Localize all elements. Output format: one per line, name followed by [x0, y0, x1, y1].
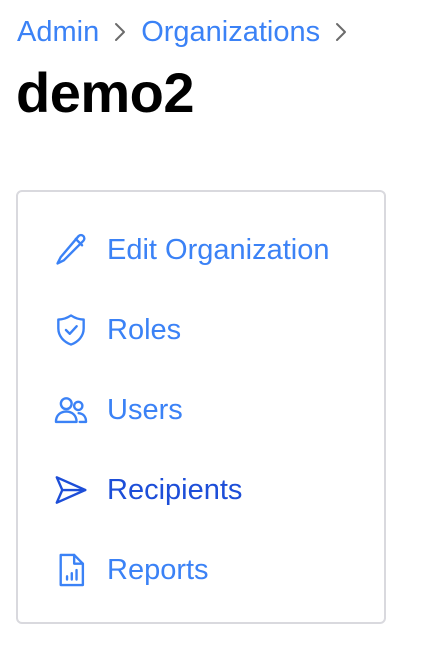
- pencil-icon: [52, 231, 90, 269]
- menu-item-users[interactable]: Users: [18, 380, 384, 440]
- page: Admin Organizations demo2 Edit Organizat…: [0, 0, 430, 650]
- paper-plane-icon: [52, 471, 90, 509]
- users-icon: [52, 391, 90, 429]
- menu-item-reports[interactable]: Reports: [18, 540, 384, 600]
- organization-menu: Edit Organization Roles Users Recipients…: [16, 190, 386, 624]
- breadcrumb: Admin Organizations: [17, 12, 362, 52]
- menu-item-label: Roles: [107, 313, 182, 346]
- page-title: demo2: [16, 61, 195, 124]
- menu-item-edit-organization[interactable]: Edit Organization: [18, 220, 384, 280]
- breadcrumb-organizations-link[interactable]: Organizations: [141, 16, 320, 49]
- report-document-icon: [52, 551, 90, 589]
- menu-item-label: Recipients: [107, 473, 243, 506]
- menu-item-label: Reports: [107, 553, 209, 586]
- menu-item-label: Edit Organization: [107, 233, 330, 266]
- chevron-right-icon: [320, 12, 362, 52]
- menu-item-recipients[interactable]: Recipients: [18, 460, 384, 520]
- menu-item-roles[interactable]: Roles: [18, 300, 384, 360]
- chevron-right-icon: [99, 12, 141, 52]
- shield-check-icon: [52, 311, 90, 349]
- menu-item-label: Users: [107, 393, 183, 426]
- breadcrumb-admin-link[interactable]: Admin: [17, 16, 99, 49]
